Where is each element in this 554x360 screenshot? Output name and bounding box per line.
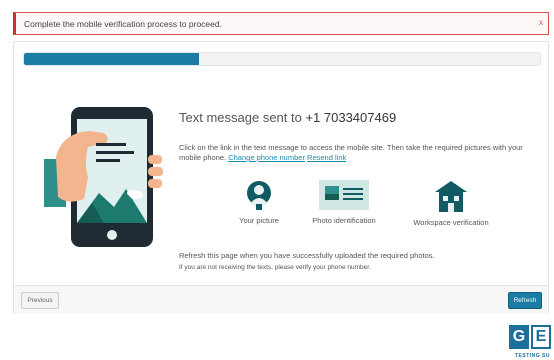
- hint-text: If you are not receiving the texts, plea…: [179, 264, 371, 271]
- logo-letter-e: E: [531, 325, 551, 349]
- phone-number: +1 7033407469: [305, 110, 397, 125]
- id-card-icon: [319, 180, 369, 210]
- heading-prefix: Text message sent to: [179, 110, 306, 125]
- previous-button[interactable]: Previous: [21, 292, 59, 309]
- requirement-workspace: Workspace verification: [401, 180, 501, 227]
- person-icon: [247, 181, 271, 210]
- resend-link[interactable]: Resend link: [307, 153, 346, 162]
- refresh-button[interactable]: Refresh: [508, 292, 542, 309]
- home-button-shape: [107, 230, 117, 240]
- logo-text: TESTING SU: [515, 353, 551, 359]
- refresh-note: Refresh this page when you have successf…: [179, 251, 435, 260]
- progress-bar: [23, 52, 541, 66]
- page-title: Text message sent to +1 7033407469: [179, 110, 396, 125]
- progress-fill: [24, 53, 200, 65]
- logo-letter-g: G: [509, 325, 529, 349]
- logo: G E TESTING SU: [509, 325, 554, 360]
- building-icon: [435, 181, 467, 212]
- requirement-label: Workspace verification: [413, 218, 489, 227]
- card-footer: Previous Refresh: [14, 285, 548, 314]
- verification-alert: Complete the mobile verification process…: [13, 12, 549, 35]
- verification-card: Text message sent to +1 7033407469 Click…: [13, 41, 549, 314]
- requirement-your-picture: Your picture: [224, 180, 294, 225]
- change-phone-number-link[interactable]: Change phone number: [228, 153, 305, 162]
- instructions: Click on the link in the text message to…: [179, 143, 544, 163]
- close-icon[interactable]: x: [539, 18, 543, 27]
- page: Complete the mobile verification process…: [0, 0, 554, 360]
- requirement-photo-id: Photo identification: [306, 180, 382, 225]
- requirement-label: Photo identification: [312, 216, 376, 225]
- requirement-label: Your picture: [239, 216, 279, 225]
- alert-message: Complete the mobile verification process…: [24, 18, 222, 29]
- phone-illustration: [44, 107, 163, 247]
